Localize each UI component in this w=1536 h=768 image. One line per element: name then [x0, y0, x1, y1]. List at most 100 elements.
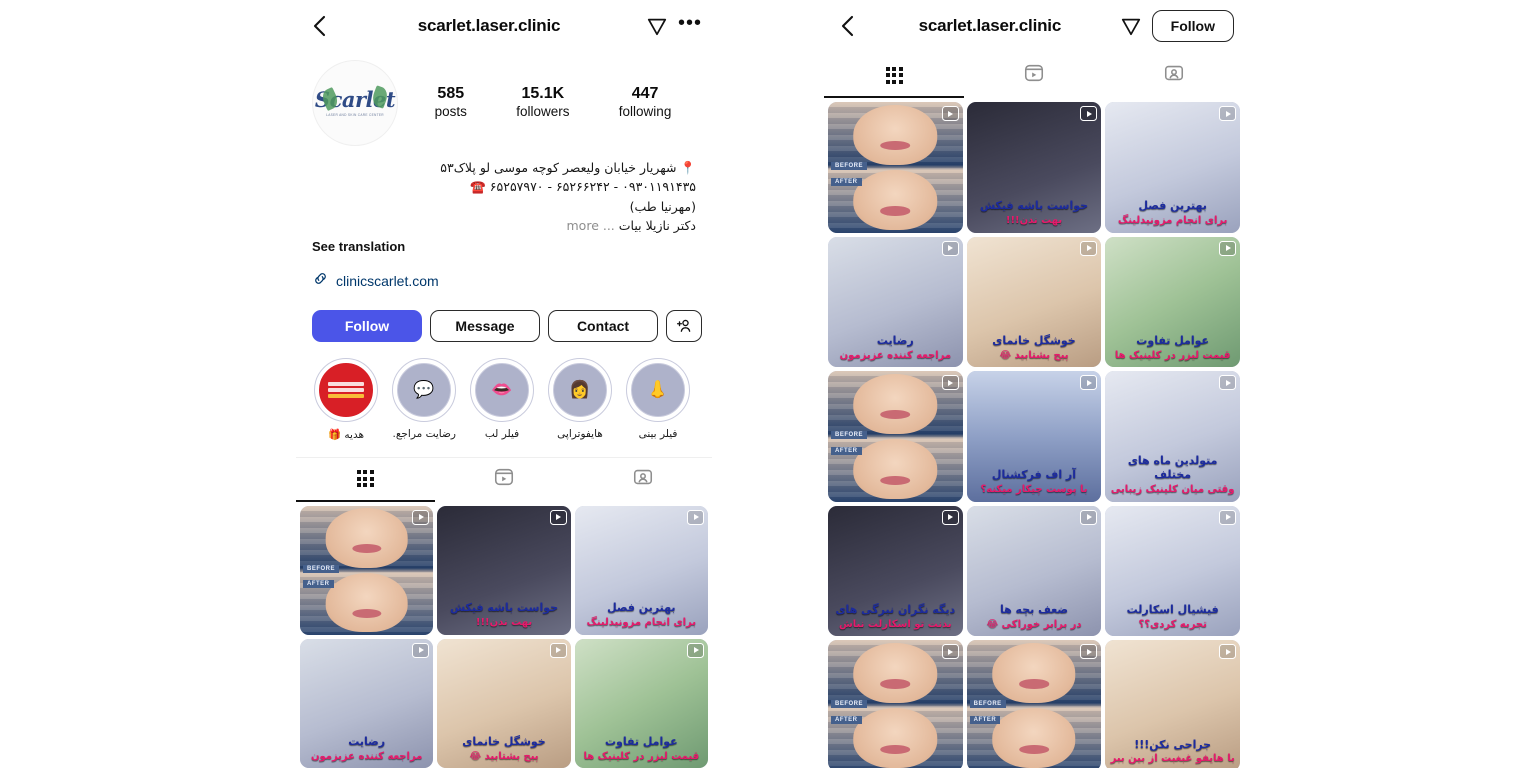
post-thumbnail[interactable]: رضایت مراجعه کننده عزیزمون	[300, 638, 434, 768]
lips-region	[880, 475, 911, 485]
post-caption-line1: عوامل تفاوت	[1136, 333, 1210, 347]
bio-address-line: 📍 شهریار خیابان ولیعصر کوچه موسی لو پلاک…	[440, 160, 696, 175]
profile-stats: 585 posts 15.1K followers 447 following	[402, 85, 696, 121]
reels-icon	[493, 466, 515, 493]
reel-play-icon	[1219, 375, 1236, 391]
post-caption: رضایت مراجعه کننده عزیزمون	[832, 334, 959, 362]
highlight-gift[interactable]: هدیه 🎁	[314, 357, 378, 441]
highlight-ring: 👩	[548, 357, 612, 422]
bio-link-row[interactable]: clinicscarlet.com	[296, 254, 712, 292]
add-person-icon[interactable]	[666, 309, 702, 342]
stat-following-count: 447	[631, 85, 659, 103]
profile-header: Scarlet LASER AND SKIN CARE CENTER 585 p…	[296, 52, 712, 146]
profile-action-buttons: Follow Message Contact	[296, 292, 712, 342]
website-link[interactable]: clinicscarlet.com	[336, 273, 439, 289]
tab-tagged[interactable]	[1104, 54, 1244, 98]
back-icon[interactable]	[306, 13, 332, 39]
post-thumbnail[interactable]: رضایت مراجعه کننده عزیزمون	[828, 236, 963, 368]
post-caption-line2: برای انجام مزونیدلینگ	[586, 617, 697, 629]
stat-posts-count: 585	[437, 85, 465, 103]
after-label: AFTER	[831, 177, 862, 186]
highlight-lip-filler[interactable]: 👄 فیلر لب	[470, 357, 534, 441]
post-thumbnail[interactable]: حواست باشه فیکش بهت ندن!!!	[437, 505, 571, 635]
post-caption: حواست باشه فیکش بهت ندن!!!	[441, 601, 566, 629]
after-label: AFTER	[831, 716, 862, 725]
tagged-icon	[632, 466, 654, 493]
post-thumbnail[interactable]: متولدین ماه های مختلف وقتی میان کلینیک زی…	[1105, 371, 1240, 502]
highlight-nose-filler[interactable]: 👃 فیلر بینی	[626, 357, 690, 441]
face-region	[992, 708, 1076, 768]
stat-following[interactable]: 447 following	[619, 85, 672, 121]
post-thumbnail[interactable]: دیگه نگران نیرگی های بدنت تو اسکارلت نباش	[828, 505, 963, 637]
reel-play-icon	[1219, 644, 1236, 660]
post-thumbnail[interactable]: جراحی نکن!!! با هایفو غبغبت از بین ببر	[1105, 640, 1240, 768]
share-paper-plane-icon[interactable]	[646, 15, 668, 37]
face-region	[325, 508, 408, 568]
reel-play-icon	[1219, 106, 1236, 121]
tab-reels[interactable]	[964, 54, 1104, 98]
tab-tagged[interactable]	[573, 458, 712, 502]
post-caption-line1: خوشگل خانمای	[992, 333, 1076, 347]
stat-following-label: following	[618, 104, 672, 120]
post-thumbnail[interactable]: عوامل تفاوت قیمت لیزر در کلینیک ها	[574, 638, 708, 768]
post-thumbnail[interactable]: BEFORE AFTER	[828, 371, 963, 502]
story-highlights: هدیه 🎁 💬 رضایت مراجع... 👄 فیلر لب 👩 هایف…	[296, 342, 712, 441]
post-thumbnail[interactable]: عوامل تفاوت قیمت لیزر در کلینیک ها	[1105, 236, 1240, 368]
link-chain-icon	[312, 270, 329, 292]
reel-play-icon	[941, 240, 959, 256]
post-thumbnail[interactable]: آر اف فرکشنال با پوست چیکار میکنه؟	[966, 371, 1102, 502]
tab-grid[interactable]	[824, 54, 964, 98]
bio-more-link[interactable]: more ...	[567, 218, 615, 233]
reel-play-icon	[686, 642, 704, 658]
stat-followers[interactable]: 15.1K followers	[516, 85, 569, 121]
post-caption-line1: متولدین ماه های مختلف	[1127, 453, 1218, 482]
post-caption-line2: وقتی میان کلینیک زیبایی	[1110, 484, 1235, 496]
post-thumbnail[interactable]: فیشیال اسکارلت تجربه کردی؟؟	[1105, 505, 1240, 637]
post-thumbnail[interactable]: BEFORE AFTER	[828, 640, 963, 768]
follow-button[interactable]: Follow	[312, 309, 422, 342]
post-thumbnail[interactable]: خوشگل خانمای پیج بشتابید 😂	[437, 638, 571, 768]
reel-play-icon	[941, 644, 959, 660]
left-nav-bar: scarlet.laser.clinic •••	[296, 0, 712, 52]
back-icon[interactable]	[834, 13, 860, 39]
message-button[interactable]: Message	[430, 309, 540, 342]
right-nav-bar: scarlet.laser.clinic Follow	[824, 0, 1244, 52]
tab-grid[interactable]	[296, 458, 435, 502]
follow-button[interactable]: Follow	[1151, 10, 1234, 42]
post-thumbnail[interactable]: BEFORE AFTER	[300, 505, 434, 635]
screenshot-root: scarlet.laser.clinic ••• Scarlet LASER A…	[0, 0, 1536, 768]
post-caption-line1: جراحی نکن!!!	[1134, 737, 1212, 751]
post-caption: خوشگل خانمای پیج بشتابید 😂	[971, 334, 1098, 362]
avatar[interactable]: Scarlet LASER AND SKIN CARE CENTER	[312, 60, 398, 146]
stat-posts[interactable]: 585 posts	[435, 85, 467, 121]
post-caption-line1: بهترین فصل	[607, 601, 676, 615]
face-region	[853, 642, 938, 703]
highlight-ring: 👄	[470, 357, 534, 422]
tab-reels[interactable]	[435, 458, 574, 502]
share-paper-plane-icon[interactable]	[1120, 15, 1142, 37]
post-caption: رضایت مراجعه کننده عزیزمون	[304, 735, 429, 763]
post-caption-line2: بهت ندن!!!	[1005, 215, 1063, 227]
stat-posts-label: posts	[434, 104, 467, 120]
reel-play-icon	[941, 375, 959, 391]
post-thumbnail[interactable]: بهترین فصل برای انجام مزونیدلینگ	[1105, 102, 1240, 233]
highlight-hifu[interactable]: 👩 هایفوتراپی	[548, 357, 612, 441]
page-title: scarlet.laser.clinic	[918, 16, 1062, 35]
contact-button[interactable]: Contact	[548, 309, 658, 342]
post-thumbnail[interactable]: BEFORE AFTER	[828, 102, 963, 233]
post-thumbnail[interactable]: حواست باشه فیکش بهت ندن!!!	[966, 102, 1102, 233]
post-thumbnail[interactable]: بهترین فصل برای انجام مزونیدلینگ	[574, 505, 708, 635]
post-caption-line2: در برابر خوراکی 😂	[986, 618, 1082, 630]
highlight-reviews[interactable]: 💬 رضایت مراجع...	[392, 357, 456, 441]
more-options-icon[interactable]: •••	[678, 13, 702, 34]
post-thumbnail[interactable]: خوشگل خانمای پیج بشتابید 😂	[966, 236, 1102, 368]
face-region	[853, 373, 938, 434]
post-caption-line2: بهت ندن!!!	[475, 617, 533, 629]
post-thumbnail[interactable]: ضعف بچه ها در برابر خوراکی 😂	[966, 505, 1102, 637]
post-caption-line1: فیشیال اسکارلت	[1126, 602, 1219, 616]
see-translation-button[interactable]: See translation	[312, 239, 696, 254]
bio-doctor-line: more ... دکتر نازیلا بیات	[312, 216, 697, 235]
post-caption: بهترین فصل برای انجام مزونیدلینگ	[1109, 199, 1236, 227]
post-thumbnail[interactable]: BEFORE AFTER	[966, 640, 1102, 768]
reel-play-icon	[549, 642, 567, 658]
